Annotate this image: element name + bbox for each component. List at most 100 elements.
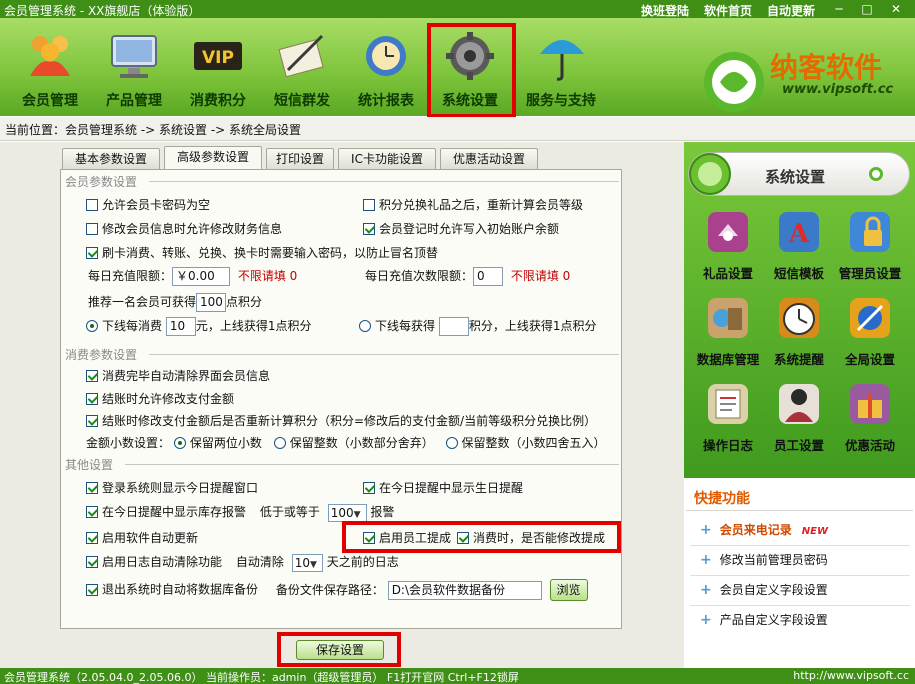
radio[interactable] [173, 437, 186, 449]
radio[interactable] [359, 320, 371, 332]
quick-functions-title: 快捷功能 [686, 483, 913, 511]
sidebar-item-promotions[interactable]: 优惠活动 [832, 382, 908, 454]
divider [690, 545, 910, 546]
opt-recalc-points[interactable]: 结账时修改支付金额后是否重新计算积分（积分=修改后的支付金额/当前等级积分兑换比… [86, 412, 596, 429]
quick-link-change-password[interactable]: + 修改当前管理员密码 [700, 551, 828, 568]
software-home-link[interactable]: 软件首页 [704, 2, 752, 19]
sidebar-item-operation-log[interactable]: 操作日志 [690, 382, 766, 454]
tab-basic-params[interactable]: 基本参数设置 [62, 148, 160, 170]
opt-modify-payment[interactable]: 结账时允许修改支付金额 [86, 390, 234, 407]
opt-auto-update[interactable]: 启用软件自动更新 [86, 529, 198, 546]
close-icon[interactable]: ✕ [885, 1, 907, 17]
checkbox[interactable] [86, 532, 98, 544]
downline-gain-input[interactable] [438, 317, 469, 336]
sidebar-item-global-settings[interactable]: 全局设置 [832, 296, 908, 368]
daily-count-input[interactable]: 0 [473, 267, 504, 286]
opt-require-password[interactable]: 刷卡消费、转账、兑换、换卡时需要输入密码，以防止冒名顶替 [86, 244, 438, 261]
minimize-icon[interactable]: ─ [828, 1, 850, 17]
downline-consume-row[interactable]: 下线每消费 10 元，上线获得1点积分 [86, 317, 311, 336]
field-label: 自动清除 [235, 555, 284, 569]
maximize-icon[interactable]: □ [856, 1, 878, 17]
radio[interactable] [86, 320, 98, 332]
checkbox[interactable] [86, 482, 98, 494]
tab-print-settings[interactable]: 打印设置 [266, 148, 334, 170]
sidebar-item-system-reminder[interactable]: 系统提醒 [761, 296, 837, 368]
checkbox[interactable] [86, 223, 98, 235]
recommend-points-input[interactable]: 100 [196, 293, 227, 312]
nav-member-management[interactable]: 会员管理 [8, 26, 92, 112]
sidebar-item-database[interactable]: 数据库管理 [690, 296, 766, 368]
opt-initial-balance[interactable]: 会员登记时允许写入初始账户余额 [363, 220, 559, 237]
field-label: 下线每获得 [375, 319, 436, 333]
option-label: 刷卡消费、转账、兑换、换卡时需要输入密码，以防止冒名顶替 [102, 246, 439, 260]
auto-update-link[interactable]: 自动更新 [767, 2, 815, 19]
sidebar-item-staff-settings[interactable]: 员工设置 [761, 382, 837, 454]
tab-ic-card[interactable]: IC卡功能设置 [338, 148, 436, 170]
umbrella-icon [540, 40, 584, 81]
daily-recharge-input[interactable]: ￥0.00 [172, 267, 231, 286]
checkbox[interactable] [86, 370, 98, 382]
option-label: 登录系统则显示今日提醒窗口 [102, 481, 259, 495]
downline-gain-row[interactable]: 下线每获得 积分，上线获得1点积分 [359, 317, 596, 336]
opt-allow-empty-password[interactable]: 允许会员卡密码为空 [86, 196, 210, 213]
checkbox[interactable] [363, 223, 375, 235]
vip-icon: VIP [194, 42, 242, 70]
sidebar-item-gift-settings[interactable]: 礼品设置 [690, 210, 766, 282]
nav-service-support[interactable]: 服务与支持 [516, 26, 606, 112]
nav-statistics[interactable]: 统计报表 [344, 26, 428, 112]
recommend-row: 推荐一名会员可获得 100 点积分 [88, 293, 262, 312]
nav-product-management[interactable]: 产品管理 [92, 26, 176, 112]
tab-promotion[interactable]: 优惠活动设置 [440, 148, 538, 170]
staff-icon [779, 384, 819, 424]
checkbox[interactable] [86, 583, 98, 596]
status-website-link[interactable]: http://www.vipsoft.cc [793, 669, 909, 682]
browse-button[interactable]: 浏览 [549, 579, 588, 601]
checkbox[interactable] [86, 393, 98, 405]
checkbox[interactable] [363, 482, 375, 494]
sidebar-item-sms-template[interactable]: A 短信模板 [761, 210, 837, 282]
nav-consume-points[interactable]: VIP 消费积分 [176, 26, 260, 112]
opt-show-reminder[interactable]: 登录系统则显示今日提醒窗口 [86, 479, 258, 496]
nav-sms-broadcast[interactable]: 短信群发 [260, 26, 344, 112]
opt-recalc-level[interactable]: 积分兑换礼品之后，重新计算会员等级 [363, 196, 583, 213]
divider [690, 575, 910, 576]
opt-backup-on-exit[interactable]: 退出系统时自动将数据库备份 备份文件保存路径： D:\会员软件数据备份 浏览 [86, 579, 588, 601]
checkbox[interactable] [86, 247, 98, 259]
log-days-select[interactable]: 10▼ [291, 553, 323, 572]
tab-advanced-params[interactable]: 高级参数设置 [164, 146, 262, 171]
option-label: 消费完毕自动清除界面会员信息 [102, 369, 271, 383]
checkbox[interactable] [86, 415, 98, 427]
field-label: 下线每消费 [102, 319, 163, 333]
backup-path-input[interactable]: D:\会员软件数据备份 [387, 580, 542, 600]
section-divider [149, 354, 619, 355]
opt-log-auto-clear[interactable]: 启用日志自动清除功能 自动清除 10▼ 天之前的日志 [86, 553, 399, 572]
nav-label: 消费积分 [190, 93, 246, 109]
sidebar-item-admin-settings[interactable]: 管理员设置 [832, 210, 908, 282]
section-divider [149, 181, 619, 182]
option-label: 启用日志自动清除功能 [102, 555, 223, 569]
quick-link-label: 修改当前管理员密码 [719, 553, 828, 567]
checkbox[interactable] [86, 506, 98, 518]
option-label: 保留两位小数 [189, 436, 262, 450]
checkbox[interactable] [86, 556, 98, 568]
database-box-icon [708, 298, 748, 338]
brand-name: 纳客软件 [770, 51, 883, 84]
quick-link-member-fields[interactable]: + 会员自定义字段设置 [700, 581, 828, 598]
shift-login-link[interactable]: 换班登陆 [641, 2, 689, 19]
field-label: 推荐一名会员可获得 [88, 295, 197, 309]
quick-link-product-fields[interactable]: + 产品自定义字段设置 [700, 611, 828, 628]
opt-birthday-reminder[interactable]: 在今日提醒中显示生日提醒 [363, 479, 523, 496]
opt-modify-finance[interactable]: 修改会员信息时允许修改财务信息 [86, 220, 282, 237]
opt-stock-alarm[interactable]: 在今日提醒中显示库存报警 低于或等于 100▼ 报警 [86, 503, 394, 522]
opt-clear-member-info[interactable]: 消费完毕自动清除界面会员信息 [86, 367, 270, 384]
checkbox[interactable] [86, 199, 98, 211]
quick-link-call-records[interactable]: + 会员来电记录 NEW [700, 521, 828, 538]
radio[interactable] [273, 437, 286, 449]
option-label: 积分兑换礼品之后，重新计算会员等级 [379, 198, 584, 212]
checkbox[interactable] [363, 199, 375, 211]
section-title: 其他设置 [65, 458, 114, 472]
downline-consume-input[interactable]: 10 [165, 317, 196, 336]
stock-threshold-select[interactable]: 100▼ [327, 503, 367, 522]
option-label: 保留整数（小数四舍五入） [461, 436, 606, 450]
radio[interactable] [445, 437, 458, 449]
